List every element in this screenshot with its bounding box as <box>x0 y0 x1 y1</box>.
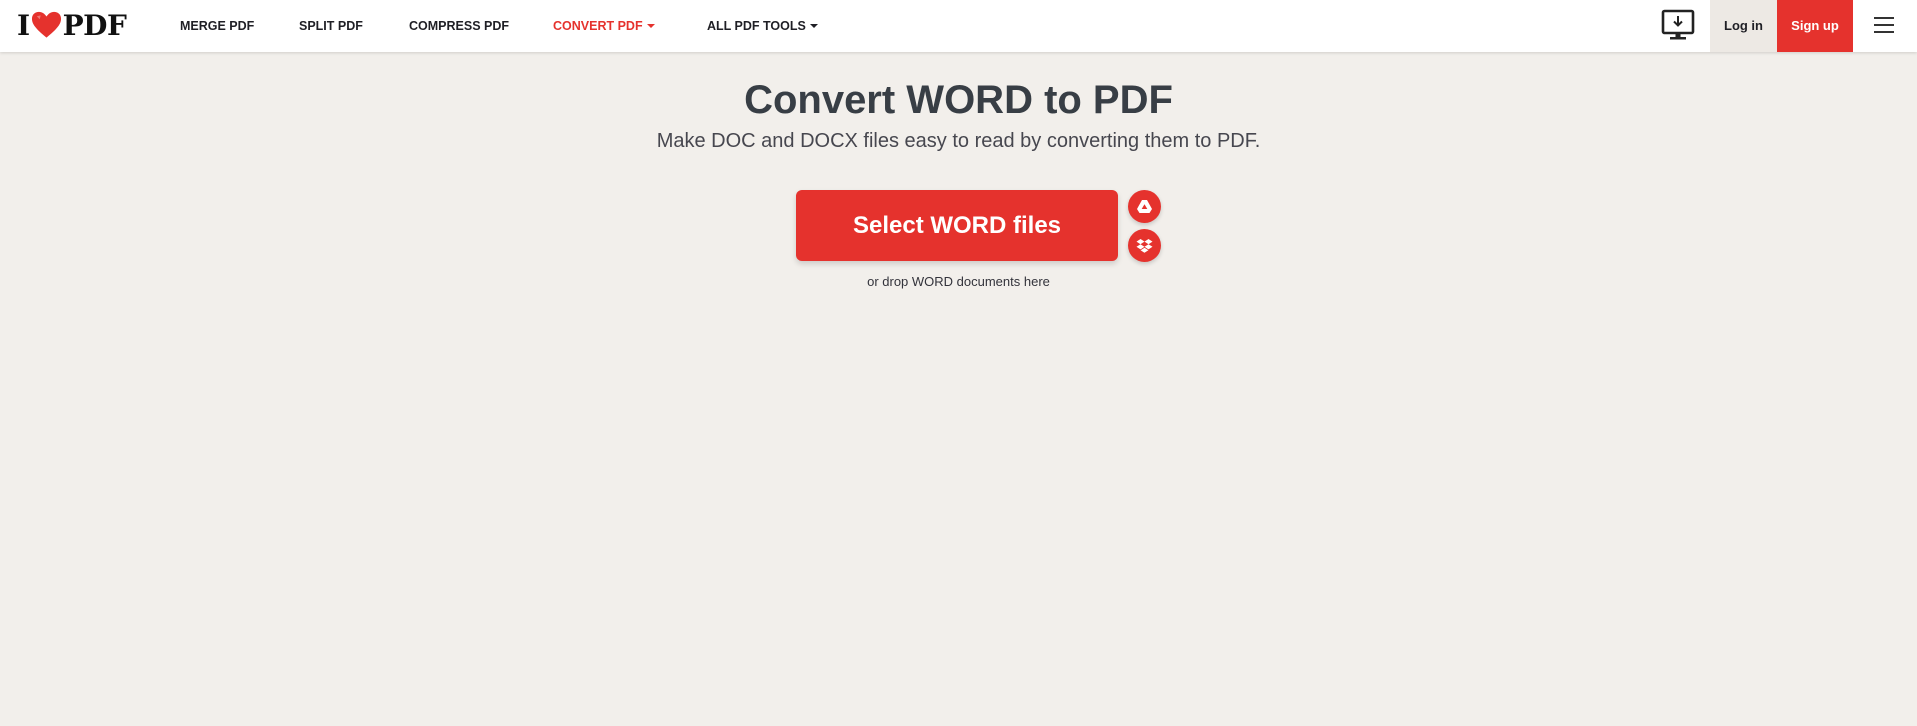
heart-icon <box>31 11 61 38</box>
menu-line <box>1874 31 1894 33</box>
signup-button[interactable]: Sign up <box>1777 0 1853 52</box>
dropbox-icon <box>1136 239 1153 253</box>
hamburger-menu-icon[interactable] <box>1872 15 1896 35</box>
ilovepdf-logo[interactable]: I PDF <box>17 8 127 42</box>
nav-convert-pdf[interactable]: CONVERT PDF <box>553 0 655 52</box>
logo-text: PDF <box>62 8 127 42</box>
login-button[interactable]: Log in <box>1710 0 1777 52</box>
google-drive-button[interactable] <box>1128 190 1161 223</box>
menu-line <box>1874 24 1894 26</box>
nav-all-pdf-tools[interactable]: ALL PDF TOOLS <box>707 0 818 52</box>
select-files-button[interactable]: Select WORD files <box>796 190 1118 261</box>
desktop-download-icon[interactable] <box>1660 8 1696 42</box>
drop-hint: or drop WORD documents here <box>867 274 1050 289</box>
nav-convert-label: CONVERT PDF <box>553 19 643 33</box>
menu-line <box>1874 17 1894 19</box>
caret-down-icon <box>646 23 655 28</box>
nav-merge-pdf[interactable]: MERGE PDF <box>180 0 254 52</box>
google-drive-icon <box>1137 200 1152 213</box>
nav-compress-pdf[interactable]: COMPRESS PDF <box>409 0 509 52</box>
logo-letter: I <box>17 8 30 42</box>
nav-all-tools-label: ALL PDF TOOLS <box>707 19 806 33</box>
top-header: I PDF MERGE PDF SPLIT PDF COMPRESS PDF C… <box>0 0 1917 52</box>
dropbox-button[interactable] <box>1128 229 1161 262</box>
page-title: Convert WORD to PDF <box>744 78 1173 122</box>
nav-split-pdf[interactable]: SPLIT PDF <box>299 0 363 52</box>
caret-down-icon <box>809 23 818 28</box>
page-subtitle: Make DOC and DOCX files easy to read by … <box>656 130 1261 152</box>
